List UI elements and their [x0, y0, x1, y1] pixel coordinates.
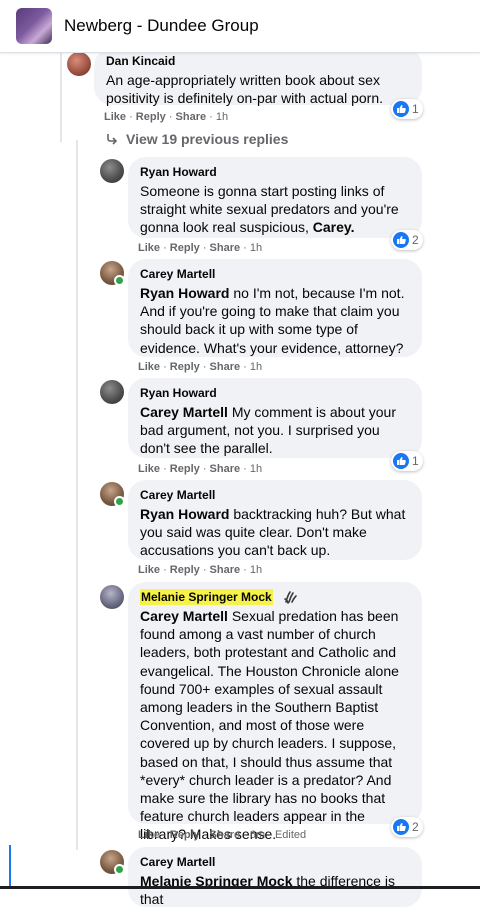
comment-actions: Like · Reply · Share · 1h	[138, 361, 263, 373]
avatar[interactable]	[100, 159, 124, 183]
share-link[interactable]: Share	[210, 564, 241, 576]
avatar[interactable]	[100, 380, 124, 404]
reaction-count[interactable]: 2	[391, 817, 423, 837]
comment-time[interactable]: 1h	[250, 463, 262, 475]
comment-bubble: Carey Martell Melanie Springer Mock the …	[128, 847, 422, 907]
share-link[interactable]: Share	[210, 463, 241, 475]
comment-time[interactable]: 1h	[250, 242, 262, 254]
mention-link[interactable]: Ryan Howard	[140, 285, 229, 301]
share-link[interactable]: Share	[210, 829, 241, 841]
comment-bubble: Melanie Springer Mock Carey Martell Sexu…	[128, 582, 422, 842]
comment-actions: Like · Reply · Share · 1h	[138, 242, 263, 254]
comment-actions: Like · Reply · Share · 1h	[104, 111, 229, 123]
comment-bubble: Dan Kincaid An age-appropriately written…	[94, 48, 422, 107]
view-previous-replies[interactable]: View 19 previous replies	[106, 131, 288, 147]
comment-author[interactable]: Melanie Springer Mock	[140, 589, 273, 605]
comment-time[interactable]: 1h	[250, 564, 262, 576]
mention-link[interactable]: Carey Martell	[140, 404, 228, 420]
like-link[interactable]: Like	[138, 242, 160, 254]
edited-label[interactable]: Edited	[275, 829, 306, 841]
comment-time[interactable]: 6m	[250, 829, 265, 841]
comment-text: Melanie Springer Mock the difference is …	[140, 873, 395, 908]
comment-actions: Like · Reply · Share · 1h	[138, 564, 263, 576]
avatar[interactable]	[100, 585, 124, 609]
comment-actions: Like · Reply · Share · 1h	[138, 463, 263, 475]
comment-author[interactable]: Ryan Howard	[140, 164, 217, 180]
avatar[interactable]	[67, 52, 91, 76]
mention-link[interactable]: Ryan Howard	[140, 506, 229, 522]
thread-line	[60, 52, 62, 142]
comment-bubble: Carey Martell Ryan Howard no I'm not, be…	[128, 259, 422, 357]
like-link[interactable]: Like	[138, 829, 160, 841]
reply-link[interactable]: Reply	[136, 111, 166, 123]
comment-text: Carey Martell Sexual predation has been …	[140, 608, 399, 843]
like-icon	[393, 453, 409, 469]
comment-author[interactable]: Carey Martell	[140, 854, 215, 870]
comment-text: Ryan Howard no I'm not, because I'm not.…	[140, 285, 405, 356]
comment-text: Someone is gonna start posting links of …	[140, 183, 399, 236]
reaction-count[interactable]: 1	[391, 99, 423, 119]
mention-link[interactable]: Carey Martell	[140, 608, 228, 624]
thread-line	[76, 140, 78, 850]
comment-author[interactable]: Ryan Howard	[140, 385, 217, 401]
share-link[interactable]: Share	[176, 111, 207, 123]
online-indicator	[114, 864, 125, 875]
share-link[interactable]: Share	[210, 361, 241, 373]
comment-author[interactable]: Carey Martell	[140, 487, 215, 503]
reply-link[interactable]: Reply	[170, 564, 200, 576]
reply-link[interactable]: Reply	[170, 242, 200, 254]
like-link[interactable]: Like	[104, 111, 126, 123]
like-icon	[393, 101, 409, 117]
online-indicator	[114, 275, 125, 286]
comment-bubble: Carey Martell Ryan Howard backtracking h…	[128, 480, 422, 560]
like-link[interactable]: Like	[138, 361, 160, 373]
comment-text: Carey Martell My comment is about your b…	[140, 404, 396, 457]
comment-time[interactable]: 1h	[216, 111, 228, 123]
comment-bubble: Ryan Howard Someone is gonna start posti…	[128, 157, 422, 238]
focus-indicator	[9, 845, 11, 889]
like-icon	[393, 232, 409, 248]
comment-bubble: Ryan Howard Carey Martell My comment is …	[128, 378, 422, 458]
comment-actions: Like · Reply · Share · 6m · Edited	[138, 829, 307, 841]
reply-link[interactable]: Reply	[170, 361, 200, 373]
fan-badge-icon	[284, 590, 297, 604]
comment-author[interactable]: Dan Kincaid	[106, 53, 175, 69]
comment-author[interactable]: Carey Martell	[140, 266, 215, 282]
group-header: Newberg - Dundee Group	[0, 0, 480, 53]
reply-link[interactable]: Reply	[170, 829, 200, 841]
reply-arrow-icon	[107, 134, 118, 145]
mention-link[interactable]: Carey.	[313, 219, 355, 235]
reaction-count[interactable]: 1	[391, 451, 423, 471]
like-link[interactable]: Like	[138, 564, 160, 576]
like-icon	[393, 819, 409, 835]
group-avatar[interactable]	[16, 8, 52, 44]
online-indicator	[114, 496, 125, 507]
like-link[interactable]: Like	[138, 463, 160, 475]
comment-text: An age-appropriately written book about …	[106, 72, 384, 107]
group-title[interactable]: Newberg - Dundee Group	[64, 16, 259, 36]
share-link[interactable]: Share	[210, 242, 241, 254]
reaction-count[interactable]: 2	[391, 230, 423, 250]
comment-time[interactable]: 1h	[250, 361, 262, 373]
reply-link[interactable]: Reply	[170, 463, 200, 475]
comment-text: Ryan Howard backtracking huh? But what y…	[140, 506, 406, 559]
